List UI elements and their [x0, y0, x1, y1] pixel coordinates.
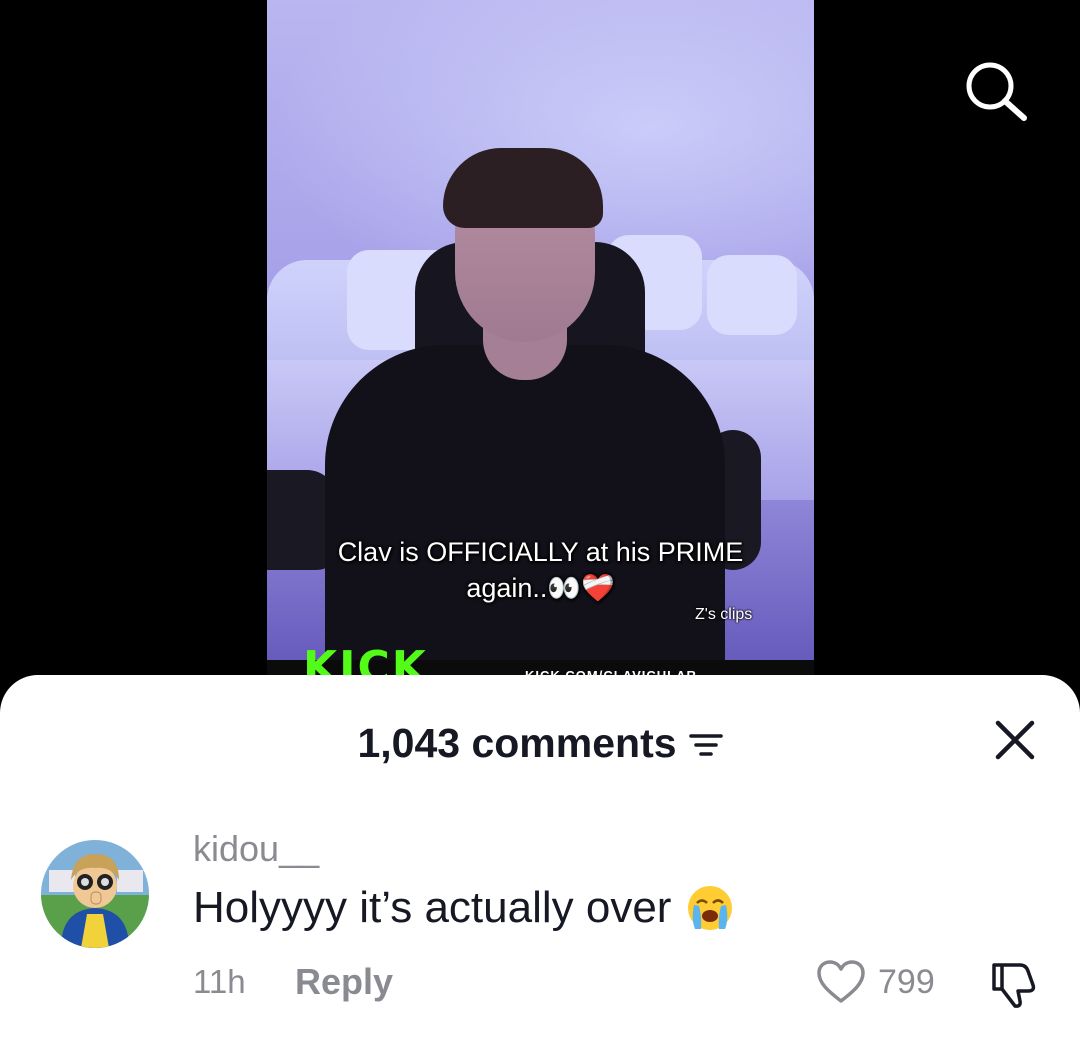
like-button[interactable]: 799: [816, 959, 935, 1005]
video-player[interactable]: Clav is OFFICIALLY at his PRIME again..👀…: [267, 0, 814, 700]
search-button[interactable]: [962, 58, 1030, 122]
close-icon: [995, 720, 1035, 760]
person-hair: [443, 148, 603, 228]
comment-time: 11h: [193, 963, 246, 1000]
comments-sheet: 1,043 comments kidou__ Holyyyy it’s actu…: [0, 675, 1080, 1039]
comment-item: kidou__ Holyyyy it’s actually over 11h R…: [0, 825, 1080, 1025]
comment-text: Holyyyy it’s actually over: [193, 883, 735, 933]
search-icon: [966, 62, 1027, 121]
close-button[interactable]: [990, 715, 1040, 765]
crying-face-icon: [688, 886, 733, 930]
sofa-pillow: [707, 255, 797, 335]
filter-icon[interactable]: [688, 732, 723, 760]
caption-line-2: again..👀❤️‍🩹: [466, 573, 615, 603]
comment-username[interactable]: kidou__: [193, 828, 319, 870]
like-count: 799: [878, 962, 935, 1001]
bandaged-heart-icon: ❤️‍🩹: [581, 573, 615, 603]
heart-icon: [817, 960, 865, 1003]
caption-line-1: Clav is OFFICIALLY at his PRIME: [337, 537, 744, 567]
video-caption: Clav is OFFICIALLY at his PRIME again..👀…: [267, 534, 814, 606]
comment-count: 1,043 comments: [357, 719, 677, 766]
dislike-button[interactable]: [988, 959, 1040, 1009]
reply-button[interactable]: Reply: [295, 961, 393, 1003]
avatar[interactable]: [41, 840, 149, 948]
comments-header: 1,043 comments: [0, 715, 1080, 771]
thumbs-down-icon: [992, 963, 1036, 1008]
watermark: Z's clips: [695, 606, 753, 623]
eyes-icon: 👀: [547, 573, 582, 603]
